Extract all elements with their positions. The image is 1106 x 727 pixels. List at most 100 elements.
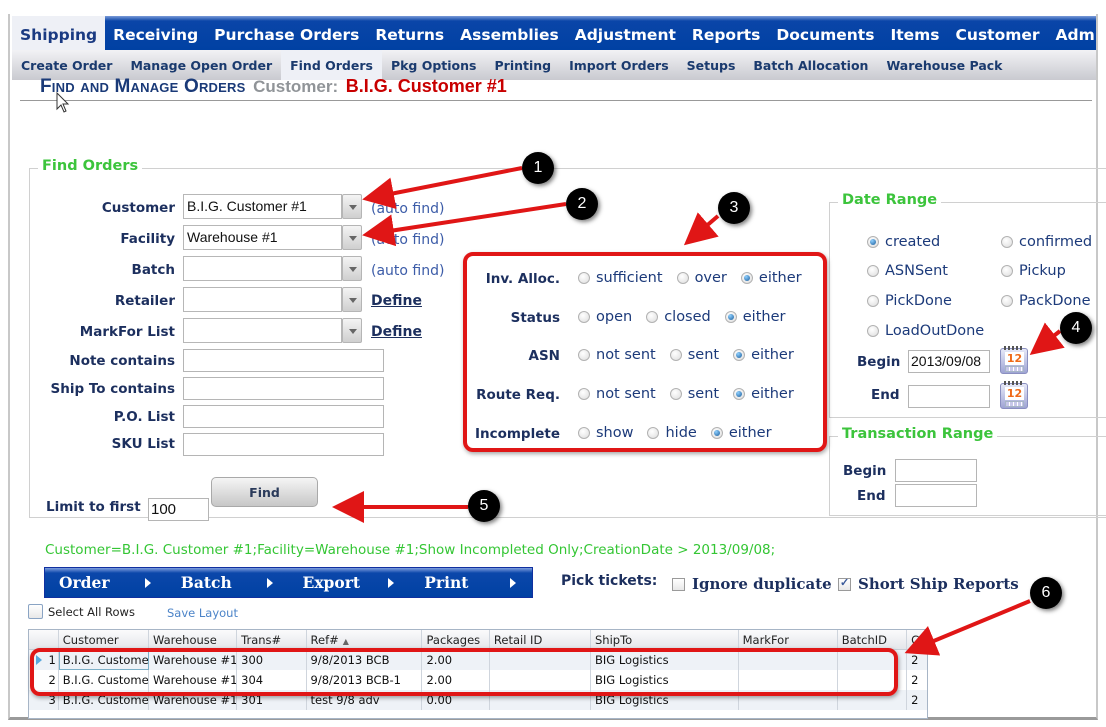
order-menu[interactable]: Order	[45, 573, 167, 592]
nav-tab-returns[interactable]: Returns	[367, 16, 452, 50]
nav-tab-reports[interactable]: Reports	[684, 16, 768, 50]
subnav-batch-allocation[interactable]: Batch Allocation	[744, 50, 877, 80]
date-created[interactable]: created	[867, 234, 954, 250]
nav-tab-assemblies[interactable]: Assemblies	[452, 16, 567, 50]
facility-combo[interactable]: Warehouse #1	[183, 225, 342, 250]
note-input[interactable]	[183, 349, 384, 372]
radio-icon	[867, 265, 879, 277]
nav-tab-items[interactable]: Items	[882, 16, 947, 50]
subnav-setups[interactable]: Setups	[678, 50, 745, 80]
col-batchid[interactable]: BatchID	[838, 630, 908, 649]
checkbox-label: Short Ship Reports	[858, 575, 1019, 593]
option-label: created	[885, 234, 941, 250]
action-bar: Order Batch Export Print	[44, 567, 533, 598]
checkbox-icon	[672, 577, 685, 591]
retailer-combo[interactable]	[183, 287, 342, 312]
col-retail-id[interactable]: Retail ID	[490, 630, 591, 649]
facility-dropdown-button[interactable]	[342, 225, 362, 250]
subnav-import-orders[interactable]: Import Orders	[560, 50, 678, 80]
cell-c[interactable]: 2	[907, 650, 927, 670]
checkbox-icon	[28, 604, 43, 619]
calendar-begin-icon[interactable]: 12	[1000, 346, 1028, 374]
pick-tickets-label: Pick tickets:	[561, 573, 658, 589]
sku-list-input[interactable]	[183, 433, 384, 456]
limit-input[interactable]: 100	[148, 498, 209, 521]
customer-name: B.I.G. Customer #1	[345, 76, 507, 96]
date-packdone[interactable]: PackDone	[1001, 293, 1105, 309]
date-begin-input[interactable]: 2013/09/08	[908, 350, 990, 373]
filters-highlight-box	[463, 252, 827, 452]
markfor-label: MarkFor List	[79, 324, 175, 340]
trans-end-input[interactable]	[895, 484, 977, 507]
option-label: PackDone	[1019, 293, 1091, 309]
shipto-input[interactable]	[183, 377, 384, 400]
customer-combo[interactable]: B.I.G. Customer #1	[183, 194, 342, 219]
nav-tab-adjustment[interactable]: Adjustment	[567, 16, 684, 50]
nav-tab-receiving[interactable]: Receiving	[105, 16, 206, 50]
batch-menu[interactable]: Batch	[167, 573, 289, 592]
markfor-define-link[interactable]: Define	[371, 324, 422, 340]
shipto-label: Ship To contains	[50, 381, 175, 397]
customer-dropdown-button[interactable]	[342, 194, 362, 219]
col-ref[interactable]: Ref# ▲	[307, 630, 423, 649]
callout-2: 2	[566, 188, 598, 220]
date-end-input[interactable]	[908, 385, 990, 408]
checkbox-label: Ignore duplicate	[692, 575, 832, 593]
calendar-end-icon[interactable]: 12	[1000, 381, 1028, 409]
date-asnsent[interactable]: ASNSent	[867, 263, 962, 279]
retailer-define-link[interactable]: Define	[371, 293, 422, 309]
date-begin-label: Begin	[857, 354, 901, 370]
select-all-rows-checkbox[interactable]: Select All Rows	[28, 604, 135, 619]
short-ship-reports-checkbox[interactable]: Short Ship Reports	[838, 575, 1019, 593]
col-ref-label: Ref#	[310, 633, 339, 647]
trans-begin-input[interactable]	[895, 459, 977, 482]
mouse-cursor-icon	[56, 92, 70, 113]
row-indicator-header	[29, 630, 59, 649]
col-warehouse[interactable]: Warehouse	[149, 630, 238, 649]
radio-icon	[1001, 236, 1013, 248]
ignore-duplicate-checkbox[interactable]: Ignore duplicate	[672, 575, 832, 593]
nav-tab-admin[interactable]: Admin	[1048, 16, 1096, 50]
find-button[interactable]: Find	[211, 477, 318, 507]
po-list-input[interactable]	[183, 405, 384, 428]
radio-icon	[867, 325, 879, 337]
col-shipto[interactable]: ShipTo	[591, 630, 739, 649]
date-pickup[interactable]: Pickup	[1001, 263, 1080, 279]
col-markfor[interactable]: MarkFor	[739, 630, 838, 649]
export-menu[interactable]: Export	[289, 573, 411, 592]
subnav-warehouse-pack[interactable]: Warehouse Pack	[877, 50, 1011, 80]
callout-5: 5	[468, 490, 500, 522]
date-loadoutdone[interactable]: LoadOutDone	[867, 323, 998, 339]
col-customer[interactable]: Customer	[59, 630, 149, 649]
cell-c[interactable]: 2	[907, 690, 927, 710]
print-menu[interactable]: Print	[410, 573, 532, 592]
batch-combo[interactable]	[183, 256, 342, 281]
batch-dropdown-button[interactable]	[342, 256, 362, 281]
nav-tab-shipping[interactable]: Shipping	[12, 16, 106, 50]
checkbox-checked-icon	[838, 576, 851, 591]
radio-selected-icon	[867, 236, 879, 248]
calendar-day: 12	[1005, 352, 1024, 365]
markfor-dropdown-button[interactable]	[342, 318, 362, 343]
customer-auto-find: (auto find)	[371, 201, 445, 217]
col-trans[interactable]: Trans#	[237, 630, 307, 649]
markfor-combo[interactable]	[183, 318, 342, 343]
nav-tab-purchase-orders[interactable]: Purchase Orders	[206, 16, 367, 50]
retailer-dropdown-button[interactable]	[342, 287, 362, 312]
date-confirmed[interactable]: confirmed	[1001, 234, 1106, 250]
save-layout-link[interactable]: Save Layout	[167, 606, 238, 620]
nav-tab-customer[interactable]: Customer	[948, 16, 1048, 50]
col-packages[interactable]: Packages	[422, 630, 490, 649]
date-pickdone[interactable]: PickDone	[867, 293, 966, 309]
trans-begin-label: Begin	[843, 463, 887, 479]
option-label: confirmed	[1019, 234, 1093, 250]
trans-end-label: End	[857, 488, 886, 504]
cell-c[interactable]: 2	[907, 670, 927, 690]
customer-label: Customer	[101, 200, 175, 216]
sku-list-label: SKU List	[111, 436, 175, 452]
radio-icon	[867, 295, 879, 307]
calendar-day: 12	[1005, 387, 1024, 400]
nav-tab-documents[interactable]: Documents	[768, 16, 882, 50]
col-c[interactable]: C	[907, 630, 927, 649]
select-all-label: Select All Rows	[48, 604, 135, 619]
